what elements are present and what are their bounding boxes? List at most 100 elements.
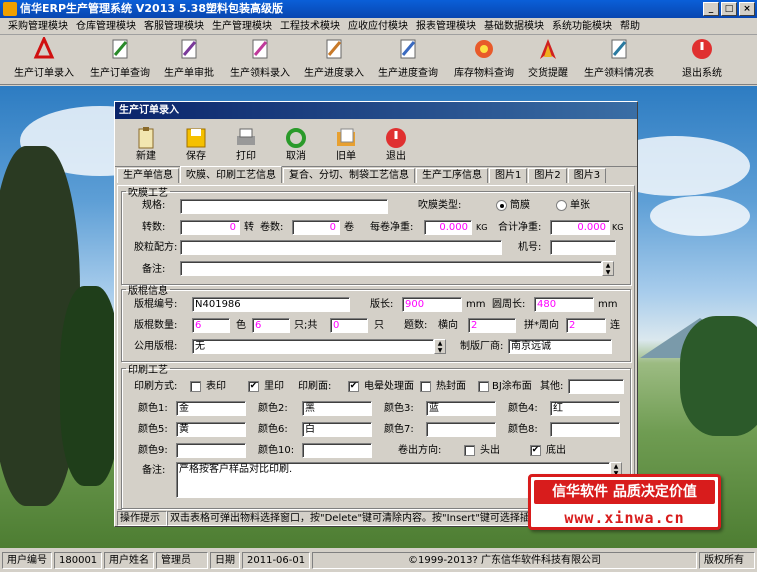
color7-input[interactable] <box>426 422 496 437</box>
formula-input[interactable] <box>180 240 502 255</box>
plate-code-input[interactable]: N401986 <box>192 297 350 312</box>
menu-system[interactable]: 系统功能模块 <box>548 18 616 34</box>
pen-doc-icon <box>607 37 631 61</box>
head-out-checkbox[interactable] <box>464 445 475 456</box>
tab-image3[interactable]: 图片3 <box>567 168 607 183</box>
coating-checkbox[interactable] <box>478 381 489 392</box>
inner-print-checkbox[interactable]: ✔ <box>248 381 259 392</box>
menu-basedata[interactable]: 基础数据模块 <box>480 18 548 34</box>
rolls-input[interactable]: 0 <box>292 220 340 235</box>
plate-length-input[interactable]: 900 <box>402 297 462 312</box>
color2-input[interactable]: 黑 <box>302 401 372 416</box>
exit-system-button[interactable]: 退出系统 <box>680 37 724 83</box>
order-entry-window: 生产订单录入 新建 保存 打印 取消 旧单 退出 生产单信息 吹膜、印刷工艺信息… <box>114 101 638 527</box>
tab-strip: 生产单信息 吹膜、印刷工艺信息 复合、分切、制袋工艺信息 生产工序信息 图片1 … <box>115 166 637 184</box>
progress-entry-button[interactable]: 生产进度录入 <box>302 37 366 83</box>
tube-film-radio[interactable] <box>496 200 507 211</box>
menu-purchase[interactable]: 采购管理模块 <box>4 18 72 34</box>
ribbon-icon <box>536 37 560 61</box>
print-button[interactable]: 打印 <box>221 119 271 165</box>
refresh-icon <box>282 125 310 151</box>
menu-production[interactable]: 生产管理模块 <box>208 18 276 34</box>
app-icon <box>3 2 17 16</box>
exit-icon <box>690 37 714 61</box>
tab-laminate-slit[interactable]: 复合、分切、制袋工艺信息 <box>283 168 415 183</box>
film-note-scrollbar[interactable]: ▲ ▼ <box>602 261 614 276</box>
status-rights: 版权所有 <box>699 552 755 569</box>
plate-maker-input[interactable]: 南京远诚 <box>508 339 612 354</box>
new-button[interactable]: 新建 <box>121 119 171 165</box>
single-film-radio[interactable] <box>556 200 567 211</box>
menu-reports[interactable]: 报表管理模块 <box>412 18 480 34</box>
minimize-button[interactable]: _ <box>703 2 719 16</box>
color5-input[interactable]: 黄 <box>176 422 246 437</box>
pen-doc-icon <box>108 37 132 61</box>
main-toolbar: 生产订单录入 生产订单查询 生产单审批 生产领料录入 生产进度录入 生产进度查询… <box>0 35 757 85</box>
title-bar: 信华ERP生产管理系统 V2013 5.38塑料包装高级版 _ □ × <box>0 0 757 18</box>
order-window-title: 生产订单录入 <box>115 102 637 119</box>
maximize-button[interactable]: □ <box>721 2 737 16</box>
printer-icon <box>232 125 260 151</box>
menu-warehouse[interactable]: 仓库管理模块 <box>72 18 140 34</box>
pen-doc-icon <box>396 37 420 61</box>
approval-button[interactable]: 生产单审批 <box>160 37 218 83</box>
color4-input[interactable]: 红 <box>550 401 620 416</box>
plate-qty-input[interactable]: 6 <box>192 318 230 333</box>
color10-input[interactable] <box>302 443 372 458</box>
color-count-input[interactable]: 6 <box>252 318 290 333</box>
status-user-name-label: 用户姓名 <box>104 552 154 569</box>
old-order-button[interactable]: 旧单 <box>321 119 371 165</box>
plate-total-input[interactable]: 0 <box>330 318 368 333</box>
promo-url: www.xinwa.cn <box>564 509 685 527</box>
tab-image1[interactable]: 图片1 <box>489 168 528 183</box>
color8-input[interactable] <box>550 422 620 437</box>
material-report-button[interactable]: 生产领料情况表 <box>582 37 656 83</box>
order-entry-button[interactable]: 生产订单录入 <box>10 37 78 83</box>
color6-input[interactable]: 白 <box>302 422 372 437</box>
delivery-reminder-button[interactable]: 交货提醒 <box>526 37 570 83</box>
menu-service[interactable]: 客服管理模块 <box>140 18 208 34</box>
turns-input[interactable]: 0 <box>180 220 240 235</box>
spec-input[interactable] <box>180 199 388 214</box>
vertical-input[interactable]: 2 <box>566 318 606 333</box>
other-input[interactable] <box>568 379 624 394</box>
corona-checkbox[interactable]: ✔ <box>348 381 359 392</box>
film-note-input[interactable] <box>180 261 602 276</box>
status-user-id-label: 用户编号 <box>2 552 52 569</box>
machine-input[interactable] <box>550 240 616 255</box>
exit-button[interactable]: 退出 <box>371 119 421 165</box>
menu-bar: 采购管理模块 仓库管理模块 客服管理模块 生产管理模块 工程技术模块 应收应付模块 报表管理… <box>0 18 757 35</box>
folder-icon <box>332 125 360 151</box>
total-weight-input[interactable]: 0.000 <box>550 220 610 235</box>
color3-input[interactable]: 蓝 <box>426 401 496 416</box>
close-button[interactable]: × <box>739 2 755 16</box>
cancel-button[interactable]: 取消 <box>271 119 321 165</box>
app-title: 信华ERP生产管理系统 V2013 5.38塑料包装高级版 <box>20 2 283 15</box>
heat-seal-checkbox[interactable] <box>420 381 431 392</box>
circumference-input[interactable]: 480 <box>534 297 594 312</box>
stock-query-button[interactable]: 库存物料查询 <box>452 37 516 83</box>
menu-help[interactable]: 帮助 <box>616 18 644 34</box>
color9-input[interactable] <box>176 443 246 458</box>
menu-engineering[interactable]: 工程技术模块 <box>276 18 344 34</box>
tail-out-checkbox[interactable]: ✔ <box>530 445 541 456</box>
status-date-label: 日期 <box>210 552 240 569</box>
horizontal-input[interactable]: 2 <box>468 318 516 333</box>
order-query-button[interactable]: 生产订单查询 <box>86 37 154 83</box>
progress-query-button[interactable]: 生产进度查询 <box>376 37 440 83</box>
tab-image2[interactable]: 图片2 <box>528 168 567 183</box>
net-weight-input[interactable]: 0.000 <box>424 220 472 235</box>
menu-ar-ap[interactable]: 应收应付模块 <box>344 18 412 34</box>
common-plate-input[interactable]: 无 <box>192 339 434 354</box>
common-plate-scrollbar[interactable]: ▲ ▼ <box>434 339 446 354</box>
tab-film-print[interactable]: 吹膜、印刷工艺信息 <box>180 166 282 183</box>
exit-icon <box>382 125 410 151</box>
promo-slogan: 信华软件 品质决定价值 <box>534 480 715 504</box>
promo-badge: 信华软件 品质决定价值 www.xinwa.cn <box>528 474 721 530</box>
tab-process[interactable]: 生产工序信息 <box>416 168 488 183</box>
material-entry-button[interactable]: 生产领料录入 <box>228 37 292 83</box>
color1-input[interactable]: 金 <box>176 401 246 416</box>
tab-order-info[interactable]: 生产单信息 <box>117 168 179 183</box>
surface-print-checkbox[interactable] <box>190 381 201 392</box>
save-button[interactable]: 保存 <box>171 119 221 165</box>
